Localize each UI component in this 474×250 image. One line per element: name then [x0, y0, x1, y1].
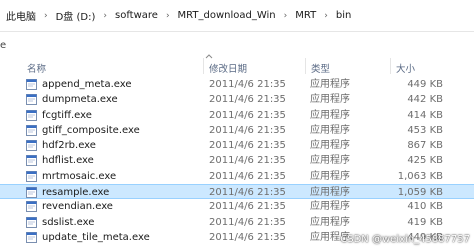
- column-header-row: 名称 修改日期 类型 大小: [0, 54, 474, 77]
- file-type: 应用程序: [310, 170, 350, 182]
- file-type: 应用程序: [310, 187, 350, 199]
- file-size: 867 KB: [407, 140, 443, 152]
- file-name[interactable]: update_tile_meta.exe: [42, 230, 150, 245]
- file-size: 410 KB: [407, 201, 443, 213]
- file-row[interactable]: mrtmosaic.exe 2011/4/6 21:35 应用程序 1,063 KB: [0, 169, 474, 184]
- breadcrumb-software[interactable]: software: [113, 10, 160, 21]
- file-row[interactable]: dumpmeta.exe 2011/4/6 21:35 应用程序 442 KB: [0, 92, 474, 107]
- breadcrumb-mrt[interactable]: MRT: [293, 10, 318, 21]
- column-header-date[interactable]: 修改日期: [209, 61, 247, 75]
- file-type: 应用程序: [310, 124, 350, 136]
- file-row[interactable]: hdflist.exe 2011/4/6 21:35 应用程序 425 KB: [0, 153, 474, 168]
- chevron-right-icon: ›: [103, 10, 107, 21]
- file-type: 应用程序: [310, 140, 350, 152]
- file-modified-date: 2011/4/6 21:35: [209, 187, 286, 199]
- file-list: 名称 修改日期 类型 大小 append_meta.exe 2011/4/6 21…: [0, 54, 474, 245]
- application-file-icon: [26, 140, 37, 152]
- application-file-icon: [26, 201, 37, 213]
- breadcrumb: 此电脑 › D盘 (D:) › software › MRT_download_…: [0, 0, 474, 32]
- file-row[interactable]: append_meta.exe 2011/4/6 21:35 应用程序 449 KB: [0, 77, 474, 92]
- file-row[interactable]: fcgtiff.exe 2011/4/6 21:35 应用程序 414 KB: [0, 108, 474, 123]
- file-type: 应用程序: [310, 94, 350, 106]
- application-file-icon: [26, 124, 37, 136]
- application-file-icon: [26, 155, 37, 167]
- file-size: 453 KB: [407, 124, 443, 136]
- file-modified-date: 2011/4/6 21:35: [209, 170, 286, 182]
- application-file-icon: [26, 94, 37, 106]
- application-file-icon: [26, 216, 37, 228]
- file-row[interactable]: sdslist.exe 2011/4/6 21:35 应用程序 419 KB: [0, 215, 474, 230]
- file-modified-date: 2011/4/6 21:35: [209, 201, 286, 213]
- file-size: 1,059 KB: [397, 187, 443, 199]
- file-type: 应用程序: [310, 79, 350, 90]
- file-type: 应用程序: [310, 201, 350, 213]
- file-name[interactable]: hdflist.exe: [42, 153, 94, 168]
- file-name[interactable]: sdslist.exe: [42, 215, 94, 230]
- file-type: 应用程序: [310, 216, 350, 228]
- file-name[interactable]: revendian.exe: [42, 199, 113, 214]
- file-modified-date: 2011/4/6 21:35: [209, 124, 286, 136]
- file-type: 应用程序: [310, 109, 350, 121]
- file-name[interactable]: append_meta.exe: [42, 77, 132, 92]
- application-file-icon: [26, 231, 37, 243]
- file-modified-date: 2011/4/6 21:35: [209, 109, 286, 121]
- file-type: 应用程序: [310, 155, 350, 167]
- sidebar-fragment: e: [0, 40, 7, 51]
- file-modified-date: 2011/4/6 21:35: [209, 216, 286, 228]
- application-file-icon: [26, 187, 37, 199]
- file-size: 442 KB: [407, 94, 443, 106]
- application-file-icon: [26, 79, 37, 90]
- file-modified-date: 2011/4/6 21:35: [209, 140, 286, 152]
- file-row[interactable]: hdf2rb.exe 2011/4/6 21:35 应用程序 867 KB: [0, 138, 474, 153]
- application-file-icon: [26, 170, 37, 182]
- file-size: 414 KB: [407, 109, 443, 121]
- file-name[interactable]: fcgtiff.exe: [42, 108, 92, 123]
- file-size: 449 KB: [407, 79, 443, 90]
- file-modified-date: 2011/4/6 21:35: [209, 231, 286, 243]
- watermark: CSDN @weixin_45887757: [340, 234, 470, 245]
- breadcrumb-mrt-download-win[interactable]: MRT_download_Win: [176, 10, 278, 21]
- file-row[interactable]: gtiff_composite.exe 2011/4/6 21:35 应用程序 453…: [0, 123, 474, 138]
- file-size: 425 KB: [407, 155, 443, 167]
- chevron-right-icon: ›: [283, 10, 288, 21]
- file-modified-date: 2011/4/6 21:35: [209, 155, 286, 167]
- breadcrumb-drive-d[interactable]: D盘 (D:): [54, 8, 98, 23]
- chevron-right-icon: ›: [44, 10, 48, 21]
- file-name[interactable]: dumpmeta.exe: [42, 92, 118, 107]
- column-header-type[interactable]: 类型: [311, 61, 330, 75]
- column-divider[interactable]: [305, 58, 306, 74]
- file-name[interactable]: resample.exe: [42, 185, 109, 200]
- file-name[interactable]: mrtmosaic.exe: [42, 169, 116, 184]
- chevron-right-icon: ›: [324, 10, 328, 21]
- column-divider[interactable]: [203, 58, 204, 74]
- file-row[interactable]: resample.exe 2011/4/6 21:35 应用程序 1,059 KB: [0, 184, 474, 200]
- file-size: 1,063 KB: [397, 170, 443, 182]
- file-name[interactable]: hdf2rb.exe: [42, 138, 96, 153]
- file-name[interactable]: gtiff_composite.exe: [42, 123, 140, 138]
- file-size: 419 KB: [407, 216, 443, 228]
- breadcrumb-this-pc[interactable]: 此电脑: [4, 8, 38, 23]
- column-divider[interactable]: [390, 58, 391, 74]
- sort-ascending-icon: [205, 54, 213, 59]
- file-modified-date: 2011/4/6 21:35: [209, 94, 286, 106]
- breadcrumb-bin[interactable]: bin: [334, 10, 353, 21]
- column-header-size[interactable]: 大小: [396, 61, 415, 75]
- application-file-icon: [26, 109, 37, 121]
- file-rows: append_meta.exe 2011/4/6 21:35 应用程序 449 KB d…: [0, 77, 474, 245]
- chevron-right-icon: ›: [165, 10, 170, 21]
- column-header-name[interactable]: 名称: [27, 61, 46, 75]
- file-modified-date: 2011/4/6 21:35: [209, 79, 286, 90]
- file-row[interactable]: revendian.exe 2011/4/6 21:35 应用程序 410 KB: [0, 199, 474, 214]
